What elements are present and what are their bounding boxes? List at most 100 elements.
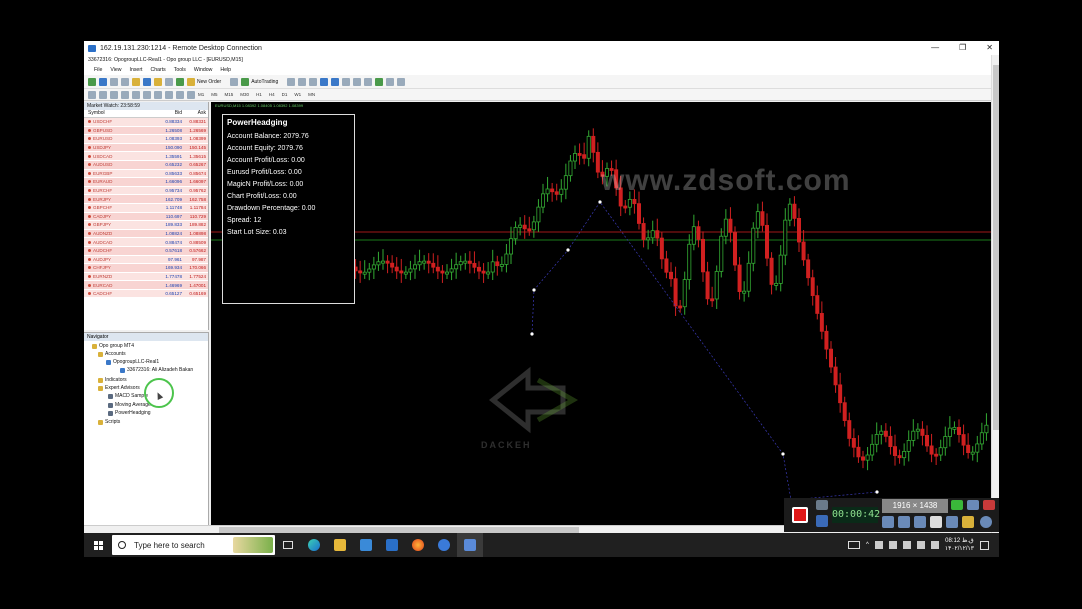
terminal-icon[interactable]	[165, 77, 173, 86]
candlesticks-icon[interactable]	[298, 77, 307, 86]
market-watch-row[interactable]: USDCHF 0.88334 0.88331	[84, 118, 208, 127]
tile-icon[interactable]	[342, 77, 351, 86]
firefox-icon[interactable]	[405, 533, 431, 557]
timeframe-w1[interactable]: W1	[294, 92, 301, 97]
nav-ea-moving-average[interactable]: Moving Average	[108, 402, 151, 408]
periods-icon[interactable]	[386, 77, 395, 86]
indicators-icon[interactable]	[375, 77, 384, 86]
mic-icon[interactable]	[898, 516, 910, 528]
market-watch-row[interactable]: EURCHF 0.95734 0.95762	[84, 186, 208, 196]
green-screen-icon[interactable]	[951, 500, 963, 510]
market-watch-row[interactable]: GBPUSD 1.26508 1.26569	[84, 126, 208, 136]
store-icon[interactable]	[353, 533, 379, 557]
market-watch-row[interactable]: EURGBP 0.85633 0.85674	[84, 169, 208, 179]
market-watch-row[interactable]: USDCAD 1.35591 1.35615	[84, 152, 208, 161]
timeframe-m15[interactable]: M15	[225, 92, 234, 97]
minimize-recorder-icon[interactable]	[967, 500, 979, 510]
timeframe-m30[interactable]: M30	[240, 92, 249, 97]
horizontal-line-icon[interactable]	[121, 90, 129, 99]
record-stop-button[interactable]	[792, 507, 808, 523]
nav-server[interactable]: OpogroupLLC-Real1	[106, 359, 159, 365]
cursor-icon[interactable]	[88, 90, 96, 99]
close-recorder-icon[interactable]	[983, 500, 995, 510]
scrollbar-thumb[interactable]	[993, 65, 999, 430]
nav-indicators[interactable]: Indicators	[98, 377, 127, 383]
col-ask[interactable]: Ask	[182, 110, 206, 117]
crosshair-icon[interactable]	[99, 90, 107, 99]
new-order-button[interactable]: New Order	[187, 77, 221, 86]
zoom-in-icon[interactable]	[110, 77, 118, 86]
language-icon[interactable]	[930, 541, 939, 549]
menu-file[interactable]: File	[94, 67, 102, 73]
webcam-icon[interactable]	[914, 516, 926, 528]
trendline-icon[interactable]	[132, 90, 140, 99]
bar-chart-icon[interactable]	[287, 77, 296, 86]
market-watch-row[interactable]: CADJPY 110.697 110.729	[84, 212, 208, 222]
market-watch-row[interactable]: CADCHF 0.65127 0.65169	[84, 289, 208, 299]
arrows-icon[interactable]	[187, 90, 195, 99]
timeframe-h1[interactable]: H1	[256, 92, 262, 97]
market-watch-row[interactable]: EURUSD 1.08393 1.08399	[84, 135, 208, 144]
chart-window[interactable]: EURUSD,M15 1.08392 1.08405 1.08392 1.083…	[211, 102, 991, 525]
market-watch-row[interactable]: AUDUSD 0.65232 0.65267	[84, 160, 208, 170]
menu-help[interactable]: Help	[220, 67, 231, 73]
label-icon[interactable]	[176, 90, 184, 99]
volume-icon[interactable]	[916, 541, 925, 549]
vertical-scrollbar[interactable]	[991, 55, 999, 533]
pause-button[interactable]	[816, 515, 828, 527]
nav-accounts[interactable]: Accounts	[98, 351, 126, 357]
zoom-out-icon[interactable]	[121, 77, 129, 86]
metaeditor-icon[interactable]	[230, 77, 239, 86]
nav-account[interactable]: 33672316: Ali Alizadeh Bakan	[120, 367, 193, 373]
timeframe-d1[interactable]: D1	[282, 92, 288, 97]
market-watch-row[interactable]: AUDJPY 97.961 97.987	[84, 255, 208, 265]
text-icon[interactable]	[165, 90, 173, 99]
tester-icon[interactable]	[176, 77, 184, 86]
mail-icon[interactable]	[379, 533, 405, 557]
nav-root[interactable]: Opo group MT4	[92, 343, 134, 349]
market-watch-row[interactable]: CHFJPY 169.934 170.066	[84, 264, 208, 273]
zoom-in-chart-icon[interactable]	[320, 77, 329, 86]
line-chart-icon[interactable]	[309, 77, 318, 86]
market-watch-row[interactable]: GBPCHF 1.11748 1.11784	[84, 203, 208, 213]
task-view-icon[interactable]	[275, 533, 301, 557]
menu-insert[interactable]: Insert	[130, 67, 143, 73]
timeframe-m1[interactable]: M1	[198, 92, 204, 97]
nav-scripts[interactable]: Scripts	[98, 419, 120, 425]
new-chart-icon[interactable]	[88, 77, 96, 86]
vertical-line-icon[interactable]	[110, 90, 118, 99]
app-v-icon[interactable]	[431, 533, 457, 557]
channel-icon[interactable]	[143, 90, 151, 99]
minimize-button[interactable]: —	[931, 41, 939, 55]
market-watch-row[interactable]: AUDNZD 1.08824 1.08898	[84, 229, 208, 239]
menu-charts[interactable]: Charts	[151, 67, 166, 73]
nav-ea-macd[interactable]: MACD Sample	[108, 393, 148, 399]
file-explorer-icon[interactable]	[327, 533, 353, 557]
market-watch-icon[interactable]	[132, 77, 140, 86]
keyboard-icon[interactable]	[848, 541, 861, 549]
market-watch-row[interactable]: USDJPY 150.090 150.145	[84, 143, 208, 153]
pen-icon[interactable]	[946, 516, 958, 528]
timeframe-mn[interactable]: MN	[308, 92, 315, 97]
maximize-button[interactable]: ❐	[959, 41, 966, 55]
menu-tools[interactable]: Tools	[174, 67, 186, 73]
wifi-icon[interactable]	[902, 541, 911, 549]
autotrading-button[interactable]: AutoTrading	[241, 77, 278, 86]
market-watch-row[interactable]: EURJPY 162.709 162.758	[84, 195, 208, 204]
start-button[interactable]	[84, 533, 112, 557]
close-button[interactable]: ✕	[986, 41, 993, 55]
usb-icon[interactable]	[888, 541, 897, 549]
menu-window[interactable]: Window	[194, 67, 212, 73]
edge-icon[interactable]	[301, 533, 327, 557]
market-watch-row[interactable]: AUDCAD 0.88474 0.88509	[84, 238, 208, 247]
fibo-icon[interactable]	[154, 90, 162, 99]
cursor-icon[interactable]	[930, 516, 942, 528]
chart-shift-icon[interactable]	[364, 77, 373, 86]
remote-desktop-icon[interactable]	[457, 533, 483, 557]
camera-icon[interactable]	[816, 500, 828, 510]
taskbar-search[interactable]: Type here to search	[112, 535, 275, 555]
col-symbol[interactable]: Symbol	[84, 110, 154, 117]
navigator-icon[interactable]	[154, 77, 162, 86]
market-watch-row[interactable]: EURCAD 1.46969 1.47001	[84, 281, 208, 290]
menu-view[interactable]: View	[110, 67, 121, 73]
